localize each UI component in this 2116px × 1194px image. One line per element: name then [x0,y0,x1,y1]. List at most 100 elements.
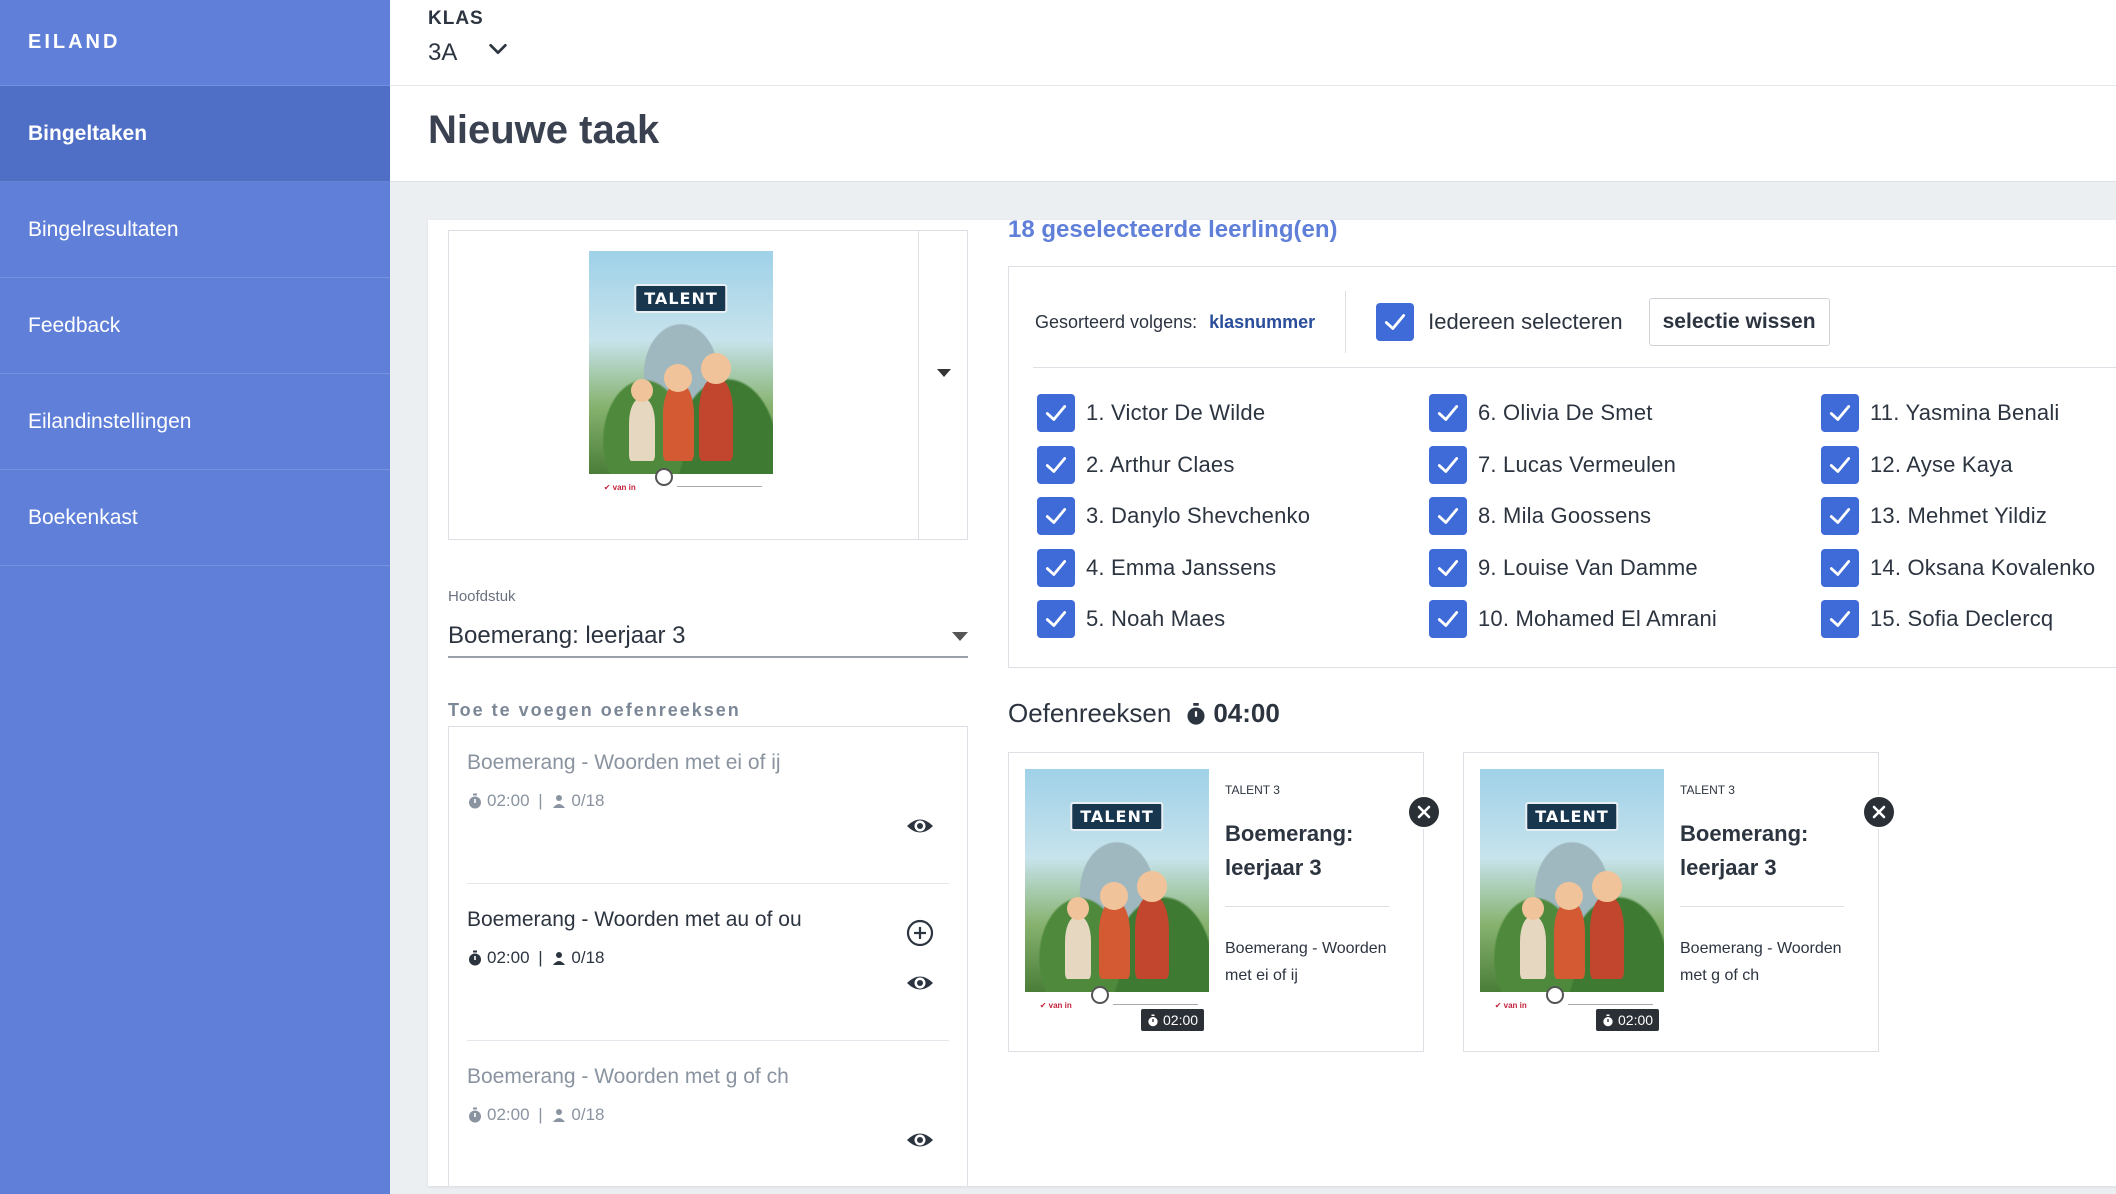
student-checkbox[interactable] [1037,548,1075,587]
hoofdstuk-label: Hoofdstuk [448,588,516,605]
check-icon [1829,405,1851,421]
topbar: KLAS 3A [390,0,2116,86]
student-option[interactable]: 6. Olivia De Smet [1429,393,1653,433]
sidebar-item-boekenkast[interactable]: Boekenkast [0,470,390,566]
list-item: Boemerang - Woorden met ei of ij 02:00 |… [467,727,949,884]
remove-card-button[interactable] [1407,795,1441,829]
oefenreeksen-heading: Oefenreeksen 04:00 [1008,698,1280,729]
student-name: 1. Victor De Wilde [1086,400,1266,425]
student-checkbox[interactable] [1429,394,1467,432]
student-name: 15. Sofia Declercq [1870,606,2054,631]
student-option[interactable]: 12. Ayse Kaya [1821,445,2013,485]
student-option[interactable]: 11. Yasmina Benali [1821,393,2060,433]
student-option[interactable]: 13. Mehmet Yildiz [1821,496,2047,536]
check-icon [1829,456,1851,473]
stopwatch-icon [1603,1014,1613,1026]
student-checkbox[interactable] [1037,394,1075,432]
student-checkbox[interactable] [1429,445,1467,484]
student-name: 7. Lucas Vermeulen [1478,451,1677,477]
student-name: 6. Olivia De Smet [1478,400,1653,425]
eye-icon[interactable] [905,1125,935,1155]
student-name: 8. Mila Goossens [1478,503,1652,528]
student-option[interactable]: 15. Sofia Declercq [1821,599,2053,639]
book-dropdown-caret-icon[interactable] [937,369,951,377]
student-checkbox[interactable] [1429,548,1467,587]
stopwatch-icon [1187,702,1205,725]
reeks-card: TALENT ✔ van in 02:00 TALENT 3 Boemerang… [1008,752,1441,1052]
check-icon [1829,559,1851,576]
book-cover-logo: TALENT [634,284,728,314]
check-icon [1437,559,1459,576]
student-option[interactable]: 9. Louise Van Damme [1429,548,1698,588]
student-checkbox[interactable] [1821,394,1859,432]
klas-select[interactable]: 3A [428,38,509,67]
title-bar: Nieuwe taak [390,86,2116,182]
select-all-checkbox[interactable] [1376,303,1415,341]
brand-logo: EILAND [0,0,390,86]
oef-item-title: Boemerang - Woorden met g of ch [467,1065,789,1088]
student-checkbox[interactable] [1821,445,1859,484]
student-checkbox[interactable] [1821,548,1859,587]
sidebar-item-bingelresultaten[interactable]: Bingelresultaten [0,182,390,278]
close-icon [1417,805,1431,819]
stopwatch-icon [1148,1014,1158,1026]
student-option[interactable]: 10. Mohamed El Amrani [1429,599,1717,639]
student-name: 10. Mohamed El Amrani [1478,606,1717,631]
student-checkbox[interactable] [1037,497,1075,535]
student-option[interactable]: 2. Arthur Claes [1037,445,1235,485]
card-series: TALENT 3 [1680,783,1735,797]
remove-card-button[interactable] [1862,795,1896,829]
task-panel: TALENT ✔ van in Hoofdstuk Boemerang: lee… [428,220,2116,1186]
oefenreeksen-title: Oefenreeksen [1008,698,1172,728]
oefenreeksen-add-label: Toe te voegen oefenreeksen [448,700,741,720]
card-title: Boemerang: leerjaar 3 [1680,821,1809,880]
book-picker[interactable]: TALENT ✔ van in [448,230,968,540]
student-option[interactable]: 7. Lucas Vermeulen [1429,445,1676,485]
stopwatch-icon [469,793,481,809]
student-checkbox[interactable] [1821,497,1859,535]
hoofdstuk-value: Boemerang: leerjaar 3 [448,622,686,649]
sidebar-item-feedback[interactable]: Feedback [0,278,390,374]
person-icon [553,1109,566,1122]
sort-value[interactable]: klasnummer [1209,312,1315,333]
sidebar-item-bingeltaken[interactable]: Bingeltaken [0,86,390,182]
student-option[interactable]: 4. Emma Janssens [1037,548,1276,588]
reeks-card: TALENT ✔ van in 02:00 TALENT 3 Boemerang… [1463,752,1896,1052]
check-icon [1045,405,1067,421]
sidebar-item-eilandinstellingen[interactable]: Eilandinstellingen [0,374,390,470]
student-option[interactable]: 5. Noah Maes [1037,599,1225,639]
stopwatch-icon [469,1107,481,1123]
hoofdstuk-select[interactable]: Boemerang: leerjaar 3 [448,616,968,658]
book-cover-logo: TALENT [1070,802,1164,832]
eye-icon[interactable] [905,968,935,998]
student-checkbox[interactable] [1429,600,1467,638]
eye-icon[interactable] [905,811,935,841]
student-checkbox[interactable] [1821,600,1859,638]
student-checkbox[interactable] [1429,497,1467,535]
card-series: TALENT 3 [1225,783,1280,797]
card-duration: 02:00 [1618,1012,1654,1028]
klas-label: KLAS [428,8,484,29]
check-icon [1045,456,1067,473]
card-subtitle: Boemerang - Woorden met ei of ij [1225,940,1387,984]
oef-item-duration: 02:00 [487,948,530,967]
add-circle-icon[interactable] [905,918,935,948]
check-icon [1045,611,1067,627]
stopwatch-icon [469,950,481,966]
close-icon [1872,805,1886,819]
student-option[interactable]: 14. Oksana Kovalenko [1821,548,2095,588]
student-name: 5. Noah Maes [1086,606,1226,631]
clear-selection-button[interactable]: selectie wissen [1648,298,1830,346]
oef-item-title: Boemerang - Woorden met au of ou [467,908,802,931]
student-checkbox[interactable] [1037,600,1075,638]
oef-item-title: Boemerang - Woorden met ei of ij [467,751,781,774]
student-checkbox[interactable] [1037,445,1075,484]
student-option[interactable]: 8. Mila Goossens [1429,496,1651,536]
book-cover: TALENT ✔ van in [1025,769,1209,1025]
student-option[interactable]: 3. Danylo Shevchenko [1037,496,1310,536]
student-option[interactable]: 1. Victor De Wilde [1037,393,1265,433]
caret-down-icon [952,632,968,641]
list-item: Boemerang - Woorden met au of ou 02:00 |… [467,884,949,1041]
check-icon [1437,508,1459,524]
oef-item-count: 0/18 [571,948,605,967]
